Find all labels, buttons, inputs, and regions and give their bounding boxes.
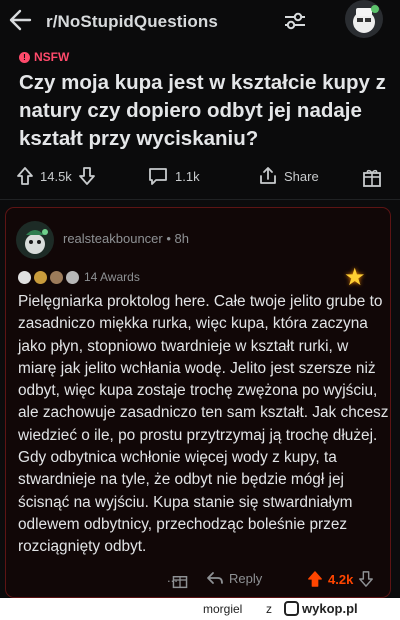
comment-score: 4.2k	[328, 571, 354, 587]
awards-row[interactable]: 14 Awards	[18, 270, 140, 284]
wykop-logo-icon	[284, 601, 299, 616]
subreddit-title[interactable]: r/NoStupidQuestions	[46, 12, 218, 32]
comments-button[interactable]: 1.1k	[147, 166, 200, 186]
gold-award-icon	[34, 270, 47, 284]
meta-separator: •	[166, 231, 171, 246]
downvote-icon[interactable]	[78, 166, 96, 186]
upvote-icon[interactable]	[16, 166, 34, 186]
award-button[interactable]	[361, 166, 383, 188]
top-bar: r/NoStupidQuestions	[0, 0, 400, 42]
watermark-site: wykop.pl	[302, 601, 358, 616]
nsfw-label: NSFW	[34, 50, 70, 64]
star-award-icon: ★	[344, 264, 366, 291]
comments-count: 1.1k	[175, 168, 200, 184]
gift-award-icon	[363, 169, 381, 187]
filter-sliders-icon[interactable]	[282, 10, 308, 32]
post-divider	[0, 199, 400, 200]
comment-bubble-icon	[149, 168, 167, 185]
watermark-bar: morgiel z wykop.pl	[0, 598, 400, 620]
share-button[interactable]: Share	[258, 166, 319, 186]
comment-card: realsteakbouncer • 8h 14 Awards ★ Pielęg…	[5, 207, 391, 598]
watermark-z: z	[266, 602, 272, 616]
bear-award-icon	[50, 270, 63, 284]
nsfw-icon: !	[19, 51, 30, 63]
comment-award-button[interactable]	[171, 571, 189, 589]
user-avatar-icon[interactable]	[345, 0, 383, 38]
comment-age: 8h	[174, 231, 190, 246]
post-title[interactable]: Czy moja kupa jest w kształcie kupy z na…	[19, 69, 389, 153]
share-icon	[260, 167, 276, 184]
comment-actions: ... Reply 4.2k	[6, 565, 390, 593]
commenter-avatar[interactable]	[16, 221, 54, 259]
silver-award-icon	[18, 270, 31, 284]
comment-meta: realsteakbouncer • 8h	[63, 231, 189, 246]
share-label: Share	[284, 168, 319, 184]
awards-count: 14 Awards	[84, 270, 140, 284]
reddit-screen: r/NoStupidQuestions ! NSFW Czy moja kupa…	[0, 0, 400, 598]
upvote-count: 14.5k	[40, 168, 72, 184]
watermark-user: morgiel	[203, 602, 243, 616]
downvote-icon[interactable]	[358, 570, 374, 588]
gift-award-icon	[172, 575, 188, 589]
comment-vote-group: 4.2k	[307, 570, 374, 588]
reply-label: Reply	[229, 570, 263, 586]
reply-button[interactable]: Reply	[206, 570, 262, 586]
upvote-active-icon[interactable]	[307, 570, 323, 588]
reply-arrow-icon	[207, 572, 223, 584]
face-award-icon	[66, 270, 79, 284]
comment-body: Pielęgniarka proktolog here. Całe twoje …	[18, 293, 389, 556]
nsfw-badge: ! NSFW	[19, 50, 69, 64]
post-actions: 14.5k 1.1k Share	[0, 160, 400, 192]
back-arrow-icon[interactable]	[6, 6, 36, 34]
comment-username[interactable]: realsteakbouncer	[63, 231, 163, 246]
vote-group: 14.5k	[16, 166, 96, 186]
